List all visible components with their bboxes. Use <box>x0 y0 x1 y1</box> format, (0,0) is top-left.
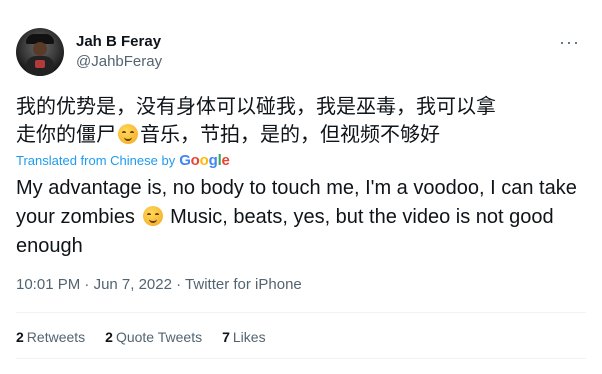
tweet-source[interactable]: Twitter for iPhone <box>185 276 302 293</box>
tweet-card: Jah B Feray @JahbFeray ··· 我的优势是，没有身体可以碰… <box>0 0 602 374</box>
tweet-date[interactable]: Jun 7, 2022 <box>94 276 172 293</box>
retweets-count: 2 <box>16 329 24 345</box>
more-options-icon[interactable]: ··· <box>559 32 580 53</box>
meta-separator: · <box>84 276 90 293</box>
translation-attribution[interactable]: Translated from Chinese by Google <box>16 152 230 169</box>
quote-tweets-count: 2 <box>105 329 113 345</box>
retweets-stat[interactable]: 2 Retweets <box>16 329 85 345</box>
likes-label: Likes <box>232 329 266 345</box>
tweet-meta: 10:01 PM · Jun 7, 2022 · Twitter for iPh… <box>16 276 302 293</box>
translated-label: Translated from Chinese by <box>16 153 176 168</box>
tweet-time[interactable]: 10:01 PM <box>16 276 80 293</box>
author-names: Jah B Feray @JahbFeray <box>76 32 162 72</box>
tweet-stats: 2 Retweets 2 Quote Tweets 7 Likes <box>16 329 286 345</box>
original-line-2a: 走你的僵尸 <box>16 122 116 146</box>
tweet-translation-text: My advantage is, no body to touch me, I'… <box>16 174 586 261</box>
author-display-name[interactable]: Jah B Feray <box>76 32 162 52</box>
avatar-face <box>33 42 47 56</box>
retweets-label: Retweets <box>26 329 86 345</box>
original-line-2b: 音乐，节拍，是的，但视频不够好 <box>140 122 440 146</box>
likes-count: 7 <box>222 329 230 345</box>
author-handle[interactable]: @JahbFeray <box>76 52 162 72</box>
quote-tweets-stat[interactable]: 2 Quote Tweets <box>105 329 202 345</box>
smirking-face-icon <box>118 124 138 144</box>
divider <box>16 312 586 313</box>
original-line-1: 我的优势是，没有身体可以碰我，我是巫毒，我可以拿 <box>16 94 496 118</box>
tweet-header: Jah B Feray @JahbFeray <box>16 28 162 76</box>
avatar-accent <box>35 60 45 68</box>
smirking-face-icon <box>142 206 163 226</box>
avatar[interactable] <box>16 28 64 76</box>
google-logo: Google <box>179 152 230 169</box>
tweet-original-text: 我的优势是，没有身体可以碰我，我是巫毒，我可以拿 走你的僵尸 音乐，节拍，是的，但… <box>16 92 576 148</box>
quote-tweets-label: Quote Tweets <box>115 329 203 345</box>
meta-separator: · <box>176 276 182 293</box>
divider <box>16 358 586 359</box>
likes-stat[interactable]: 7 Likes <box>222 329 265 345</box>
